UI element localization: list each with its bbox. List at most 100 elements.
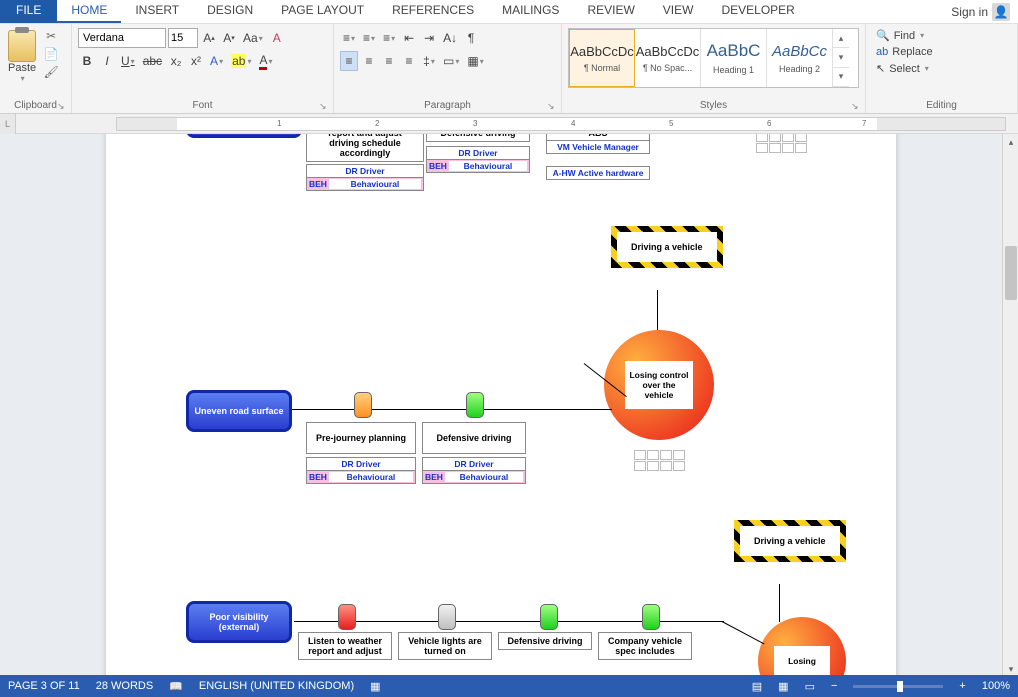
superscript-button[interactable]: x² xyxy=(187,51,205,71)
diagram-beh: BEHBehavioural xyxy=(422,470,526,484)
underline-button[interactable]: U▾ xyxy=(118,51,138,71)
zoom-slider-thumb[interactable] xyxy=(897,681,903,692)
style-name-label: ¶ Normal xyxy=(584,63,620,73)
tab-mailings[interactable]: MAILINGS xyxy=(488,0,573,23)
zoom-in-button[interactable]: + xyxy=(959,680,965,692)
align-left-button[interactable]: ≡ xyxy=(340,51,358,71)
bold-button[interactable]: B xyxy=(78,51,96,71)
page-canvas[interactable]: report and adjust driving schedule accor… xyxy=(106,134,896,677)
pill-icon xyxy=(338,604,356,630)
bullets-button[interactable]: ≡▾ xyxy=(340,28,358,48)
pill-icon xyxy=(642,604,660,630)
ribbon-group-paragraph: ≡▾ ≡▾ ≡▾ ⇤ ⇥ A↓ ¶ ≡ ≡ ≡ ≡ ‡▾ ▭▾ ▦▾ Parag… xyxy=(334,24,562,113)
borders-button[interactable]: ▦▾ xyxy=(464,51,486,71)
style-heading2[interactable]: AaBbCc Heading 2 xyxy=(767,29,833,87)
multilevel-list-button[interactable]: ≡▾ xyxy=(380,28,398,48)
signin-button[interactable]: Sign in 👤 xyxy=(943,0,1018,23)
select-button[interactable]: ↖Select▾ xyxy=(872,61,1011,76)
shading-button[interactable]: ▭▾ xyxy=(440,51,462,71)
find-button[interactable]: 🔍Find▾ xyxy=(872,28,1011,43)
increase-indent-button[interactable]: ⇥ xyxy=(420,28,438,48)
tab-review[interactable]: REVIEW xyxy=(573,0,648,23)
diagram-role: DR Driver xyxy=(306,457,416,471)
dialog-launcher-icon[interactable]: ↘ xyxy=(57,101,67,111)
grow-font-button[interactable]: A▴ xyxy=(200,28,218,48)
sort-button[interactable]: A↓ xyxy=(440,28,460,48)
zoom-level[interactable]: 100% xyxy=(982,680,1010,692)
pill-icon xyxy=(540,604,558,630)
tab-insert[interactable]: INSERT xyxy=(121,0,193,23)
styles-scroll-up[interactable]: ▴ xyxy=(833,29,849,48)
font-color-button[interactable]: A▾ xyxy=(256,51,275,71)
tab-design[interactable]: DESIGN xyxy=(193,0,267,23)
styles-scroll-down[interactable]: ▾ xyxy=(833,48,849,67)
page-indicator[interactable]: PAGE 3 OF 11 xyxy=(8,680,80,692)
zoom-out-button[interactable]: − xyxy=(831,680,837,692)
paste-label: Paste xyxy=(8,62,36,74)
format-painter-button[interactable]: 🖌 xyxy=(42,64,60,80)
view-read-icon[interactable]: ▤ xyxy=(752,680,762,693)
tab-home[interactable]: HOME xyxy=(57,0,121,23)
diagram-box: Defensive driving xyxy=(426,134,530,142)
style-preview: AaBbCc xyxy=(772,43,827,60)
highlight-button[interactable]: ab▾ xyxy=(228,51,254,71)
macro-icon[interactable]: ▦ xyxy=(370,680,380,693)
view-web-icon[interactable]: ▭ xyxy=(805,680,815,693)
cut-button[interactable]: ✂ xyxy=(42,28,60,44)
search-icon: 🔍 xyxy=(876,29,890,42)
diagram-risk-circle: Losing xyxy=(758,617,846,677)
ruler-corner[interactable]: L xyxy=(0,114,16,134)
strikethrough-button[interactable]: abc xyxy=(140,51,165,71)
show-marks-button[interactable]: ¶ xyxy=(462,28,480,48)
scrollbar-thumb[interactable] xyxy=(1005,246,1017,300)
style-heading1[interactable]: AaBbC Heading 1 xyxy=(701,29,767,87)
file-tab[interactable]: FILE xyxy=(0,0,57,23)
document-area: report and adjust driving schedule accor… xyxy=(0,134,1018,677)
view-print-icon[interactable]: ▦ xyxy=(778,680,788,693)
dialog-launcher-icon[interactable]: ↘ xyxy=(547,101,557,111)
paste-button[interactable]: Paste ▾ xyxy=(6,28,38,85)
italic-button[interactable]: I xyxy=(98,51,116,71)
connector-line xyxy=(657,290,658,332)
font-size-select[interactable] xyxy=(168,28,198,48)
justify-button[interactable]: ≡ xyxy=(400,51,418,71)
tab-page-layout[interactable]: PAGE LAYOUT xyxy=(267,0,378,23)
style-no-spacing[interactable]: AaBbCcDc ¶ No Spac... xyxy=(635,29,701,87)
ribbon: Paste ▾ ✂ 📄 🖌 Clipboard ↘ A▴ A▾ Aa▾ A xyxy=(0,24,1018,114)
line-spacing-button[interactable]: ‡▾ xyxy=(420,51,438,71)
style-normal[interactable]: AaBbCcDc ¶ Normal xyxy=(569,29,635,87)
diagram-box: Defensive driving xyxy=(422,422,526,454)
subscript-button[interactable]: x₂ xyxy=(167,51,185,71)
font-name-select[interactable] xyxy=(78,28,166,48)
align-center-button[interactable]: ≡ xyxy=(360,51,378,71)
word-count[interactable]: 28 WORDS xyxy=(96,680,153,692)
clear-formatting-button[interactable]: A xyxy=(268,28,286,48)
style-preview: AaBbCcDc xyxy=(636,44,700,59)
dialog-launcher-icon[interactable]: ↘ xyxy=(319,101,329,111)
zoom-slider[interactable] xyxy=(853,685,943,688)
scroll-up-icon[interactable]: ▴ xyxy=(1003,134,1018,150)
styles-expand[interactable]: ▾ xyxy=(833,68,849,87)
dialog-launcher-icon[interactable]: ↘ xyxy=(851,101,861,111)
ribbon-group-editing: 🔍Find▾ abReplace ↖Select▾ Editing xyxy=(866,24,1018,113)
pill-icon xyxy=(438,604,456,630)
shrink-font-button[interactable]: A▾ xyxy=(220,28,238,48)
copy-button[interactable]: 📄 xyxy=(42,46,60,62)
text-effects-button[interactable]: A▾ xyxy=(207,51,226,71)
style-preview: AaBbCcDc xyxy=(570,44,634,59)
replace-button[interactable]: abReplace xyxy=(872,45,1011,59)
ribbon-group-clipboard: Paste ▾ ✂ 📄 🖌 Clipboard ↘ xyxy=(0,24,72,113)
change-case-button[interactable]: Aa▾ xyxy=(240,28,266,48)
diagram-hazard: Driving a vehicle xyxy=(734,520,846,562)
spellcheck-icon[interactable]: 📖 xyxy=(169,680,183,693)
tab-references[interactable]: REFERENCES xyxy=(378,0,488,23)
horizontal-ruler[interactable]: 1 2 3 4 5 6 7 xyxy=(116,117,1006,131)
align-right-button[interactable]: ≡ xyxy=(380,51,398,71)
language-indicator[interactable]: ENGLISH (UNITED KINGDOM) xyxy=(199,680,354,692)
tab-view[interactable]: VIEW xyxy=(649,0,708,23)
vertical-scrollbar[interactable]: ▴ ▾ xyxy=(1002,134,1018,677)
tab-developer[interactable]: DEVELOPER xyxy=(707,0,808,23)
ribbon-group-font: A▴ A▾ Aa▾ A B I U▾ abc x₂ x² A▾ ab▾ A▾ F… xyxy=(72,24,334,113)
numbering-button[interactable]: ≡▾ xyxy=(360,28,378,48)
decrease-indent-button[interactable]: ⇤ xyxy=(400,28,418,48)
